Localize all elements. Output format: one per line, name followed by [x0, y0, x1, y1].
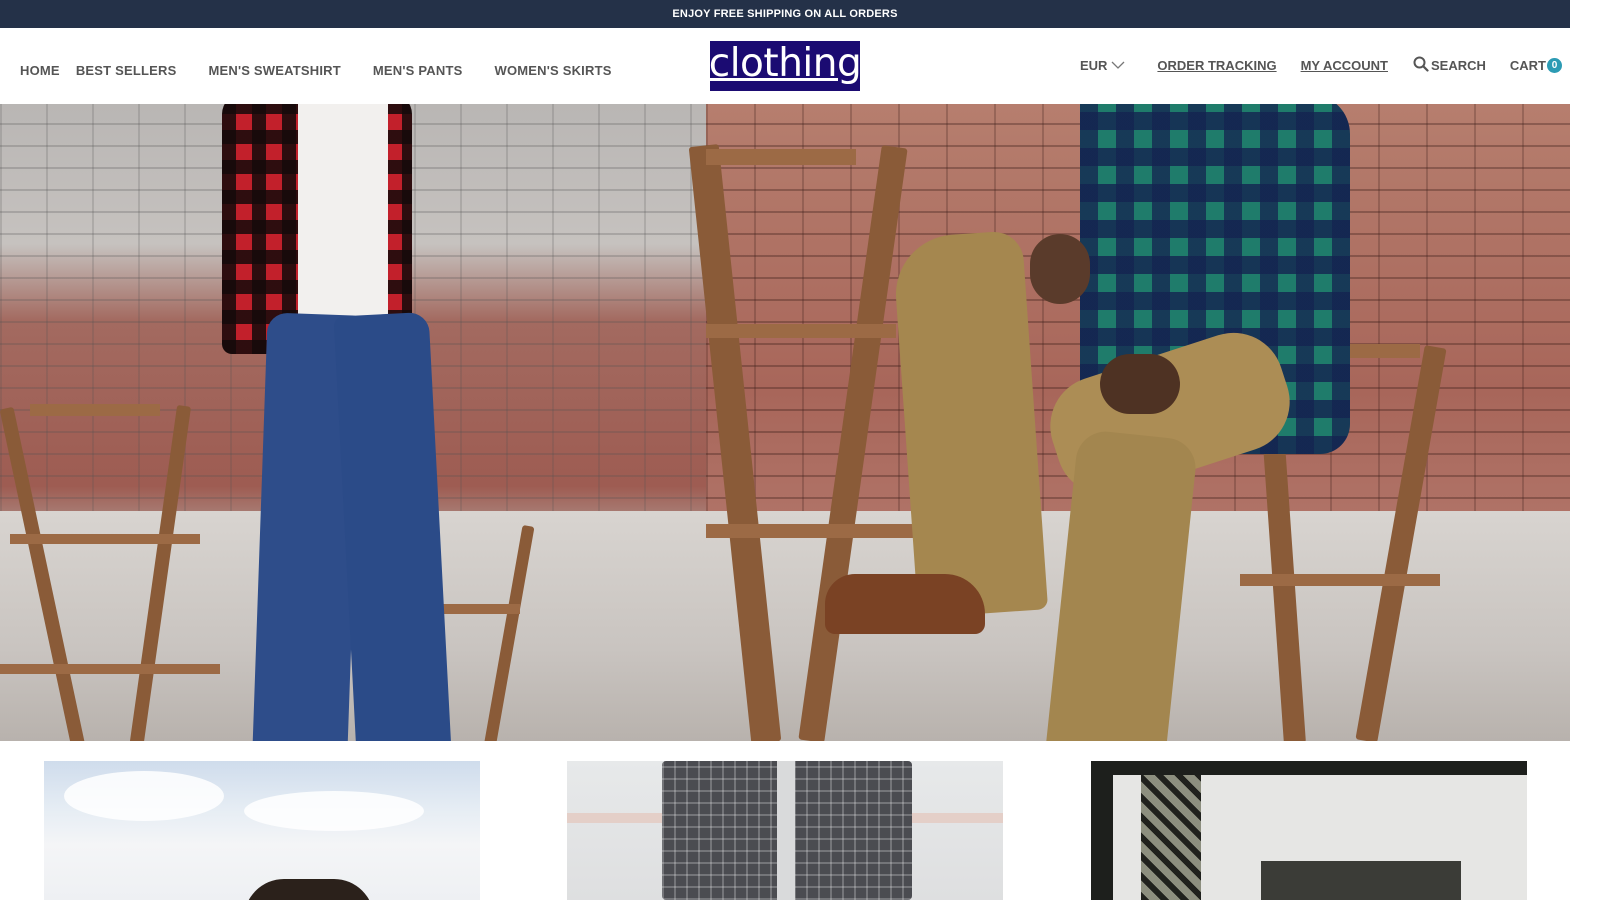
- bridge-post: [1091, 761, 1113, 900]
- collection-tile-outdoor[interactable]: [1091, 761, 1527, 900]
- nav-item-home[interactable]: HOME: [20, 63, 60, 78]
- search-button[interactable]: SEARCH: [1413, 56, 1486, 75]
- site-header: HOME BEST SELLERS MEN'S SWEATSHIRT MEN'S…: [0, 28, 1570, 104]
- utility-navigation: EUR ORDER TRACKING MY ACCOUNT SEARCH CAR…: [1080, 28, 1562, 102]
- search-label: SEARCH: [1430, 57, 1486, 73]
- cart-label: CART: [1509, 57, 1546, 73]
- ladder-step: [0, 664, 220, 674]
- nav-item-mens-pants[interactable]: MEN'S PANTS: [373, 63, 463, 78]
- cart-count-badge: 0: [1547, 57, 1562, 73]
- order-tracking-link[interactable]: ORDER TRACKING: [1157, 58, 1276, 73]
- site-logo[interactable]: clothing: [708, 40, 862, 91]
- search-icon: [1413, 56, 1431, 75]
- white-tshirt: [298, 104, 388, 324]
- model-hair: [244, 879, 374, 900]
- announcement-text: ENJOY FREE SHIPPING ON ALL ORDERS: [672, 8, 898, 20]
- bridge-beam: [1091, 761, 1527, 775]
- nav-item-best-sellers[interactable]: BEST SELLERS: [76, 63, 177, 78]
- hero-banner[interactable]: [0, 104, 1570, 741]
- collection-tile-pants[interactable]: [567, 761, 1003, 900]
- cloud: [64, 771, 224, 821]
- currency-value: EUR: [1079, 57, 1108, 73]
- product-collection-grid: [0, 761, 1570, 900]
- hero-image-left: [0, 104, 706, 741]
- leg-gap: [777, 761, 795, 900]
- brown-shoe: [825, 574, 985, 634]
- ladder-step: [706, 324, 896, 338]
- ladder-step: [1240, 574, 1440, 586]
- hand: [1100, 354, 1180, 414]
- cloud: [244, 791, 424, 831]
- logo-text: clothing: [708, 40, 862, 86]
- announcement-bar: ENJOY FREE SHIPPING ON ALL ORDERS: [0, 0, 1570, 28]
- bridge-distant: [1261, 861, 1461, 900]
- ladder-step: [10, 534, 200, 544]
- nav-item-mens-sweatshirt[interactable]: MEN'S SWEATSHIRT: [208, 63, 340, 78]
- hand: [1030, 234, 1090, 304]
- my-account-link[interactable]: MY ACCOUNT: [1301, 58, 1388, 73]
- chevron-down-icon: [1111, 58, 1125, 73]
- ladder-step: [706, 149, 856, 165]
- ladder-step: [30, 404, 160, 416]
- bridge-truss: [1141, 761, 1201, 900]
- collection-tile-womens[interactable]: [44, 761, 480, 900]
- main-navigation: HOME BEST SELLERS MEN'S SWEATSHIRT MEN'S…: [20, 28, 612, 112]
- nav-item-womens-skirts[interactable]: WOMEN'S SKIRTS: [494, 63, 611, 78]
- currency-selector[interactable]: EUR: [1080, 58, 1125, 73]
- khaki-pants-left-leg: [891, 229, 1049, 619]
- cart-button[interactable]: CART 0: [1509, 57, 1562, 73]
